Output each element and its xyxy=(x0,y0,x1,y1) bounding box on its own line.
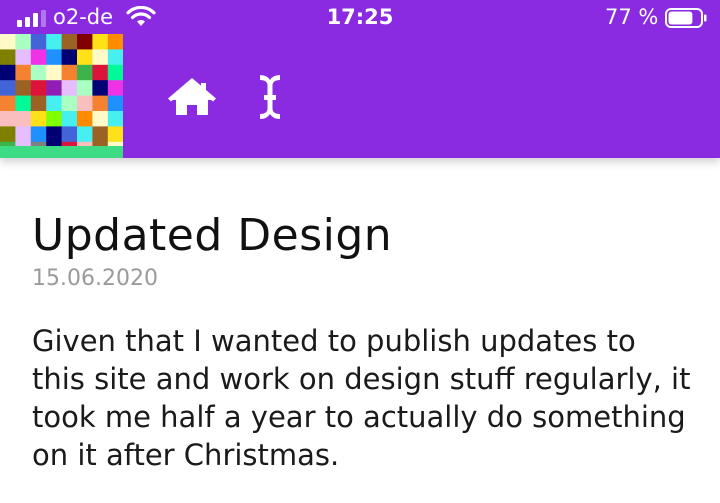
logo-pixel xyxy=(15,95,32,112)
logo-pixel xyxy=(15,64,32,81)
logo-pixel xyxy=(30,49,47,66)
logo-pixel xyxy=(0,95,16,112)
logo-pixel xyxy=(107,64,123,81)
logo-pixel xyxy=(15,111,32,127)
logo-pixel xyxy=(77,80,93,97)
site-logo[interactable] xyxy=(0,34,123,158)
logo-pixel xyxy=(77,34,93,50)
logo-pixel xyxy=(15,49,32,66)
logo-pixel xyxy=(61,34,78,50)
logo-pixel xyxy=(46,80,63,97)
logo-pixel xyxy=(92,95,109,112)
logo-pixel xyxy=(92,80,109,97)
logo-pixel xyxy=(15,126,32,143)
logo-pixel xyxy=(0,80,16,97)
logo-pixel xyxy=(61,49,78,66)
logo-pixel xyxy=(61,64,78,81)
logo-pixel xyxy=(30,34,47,50)
logo-pixel xyxy=(107,126,123,143)
logo-pixel xyxy=(30,80,47,97)
logo-pixel xyxy=(46,34,63,50)
logo-pixel xyxy=(107,49,123,66)
logo-pixel xyxy=(77,126,93,143)
app-header: o2-de 17:25 77 % xyxy=(0,0,720,158)
logo-pixel xyxy=(92,34,109,50)
status-bar: o2-de 17:25 77 % xyxy=(0,0,720,36)
logo-pixel xyxy=(61,95,78,112)
post-title: Updated Design xyxy=(32,210,393,261)
logo-pixel xyxy=(77,111,93,127)
home-icon[interactable] xyxy=(168,78,216,118)
post-date: 15.06.2020 xyxy=(32,266,158,291)
logo-pixel xyxy=(46,49,63,66)
logo-pixel xyxy=(0,111,16,127)
logo-pixel xyxy=(0,34,16,50)
logo-pixel xyxy=(46,126,63,143)
logo-pixel xyxy=(46,95,63,112)
logo-pixel xyxy=(30,64,47,81)
logo-pixel xyxy=(0,64,16,81)
logo-pixel xyxy=(61,126,78,143)
logo-pixel xyxy=(0,49,16,66)
logo-pixel xyxy=(77,49,93,66)
logo-pixel xyxy=(107,34,123,50)
post-content: Updated Design 15.06.2020 Given that I w… xyxy=(32,158,692,503)
logo-pixel xyxy=(92,49,109,66)
post-body: Given that I wanted to publish updates t… xyxy=(32,324,691,472)
logo-pixel xyxy=(107,80,123,97)
logo-pixel xyxy=(92,111,109,127)
logo-pixel xyxy=(15,80,32,97)
logo-pixel xyxy=(30,126,47,143)
logo-band xyxy=(0,146,123,158)
logo-pixel xyxy=(0,126,16,143)
logo-pixel xyxy=(107,111,123,127)
logo-pixel xyxy=(92,126,109,143)
logo-pixel xyxy=(77,64,93,81)
logo-pixel xyxy=(30,95,47,112)
logo-pixel xyxy=(15,34,32,50)
battery-percentage: 77 % xyxy=(605,5,659,29)
text-cursor-icon[interactable] xyxy=(257,72,283,122)
battery-icon xyxy=(665,8,707,28)
logo-pixel xyxy=(107,95,123,112)
logo-pixel xyxy=(92,64,109,81)
logo-pixel xyxy=(30,111,47,127)
pixel-mosaic-logo[interactable] xyxy=(0,34,123,158)
logo-pixel xyxy=(77,95,93,112)
logo-pixel xyxy=(46,111,63,127)
logo-pixel xyxy=(61,111,78,127)
logo-pixel xyxy=(61,80,78,97)
logo-pixel xyxy=(46,64,63,81)
